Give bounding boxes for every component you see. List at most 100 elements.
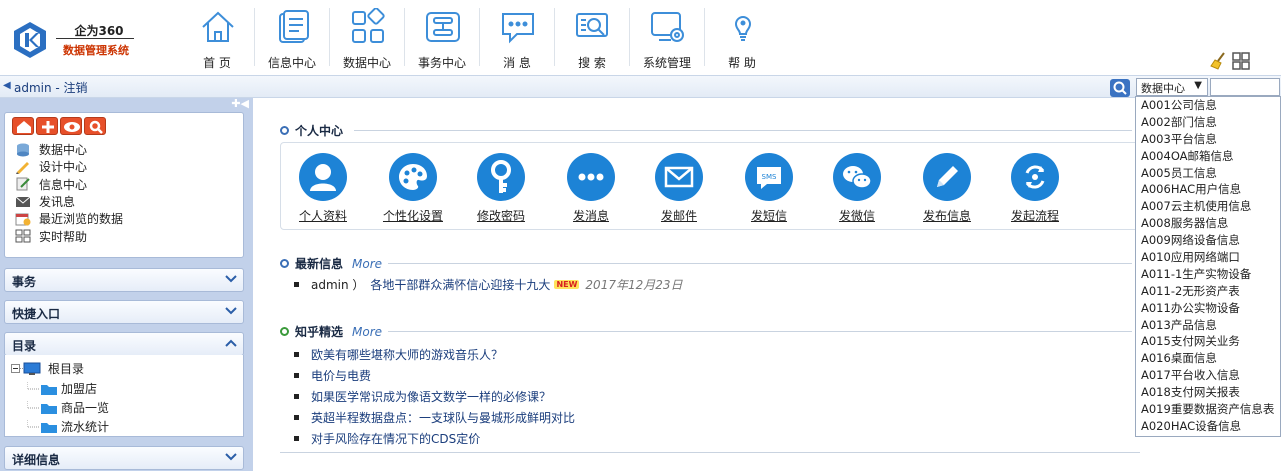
dropdown-option[interactable]: A019重要数据资产信息表 — [1136, 401, 1280, 418]
quick-send-message[interactable]: 发消息 — [551, 153, 631, 224]
quick-change-password[interactable]: 修改密码 — [461, 153, 541, 224]
user-logout-link[interactable]: admin - 注销 — [14, 79, 88, 96]
quick-send-email[interactable]: 发邮件 — [639, 153, 719, 224]
tree-item[interactable]: 加盟店 — [27, 380, 97, 397]
chevron-down-icon — [225, 275, 237, 283]
list-item[interactable]: 电价与电费 — [294, 365, 575, 386]
tree-root[interactable]: 根目录 — [11, 360, 84, 377]
dropdown-option[interactable]: A013产品信息 — [1136, 317, 1280, 334]
help-grid-icon — [15, 229, 31, 243]
list-item[interactable]: 欧美有哪些堪称大师的游戏音乐人？ — [294, 344, 575, 365]
layout-icon[interactable] — [1232, 52, 1250, 70]
home-button[interactable] — [12, 117, 34, 135]
dropdown-option[interactable]: A016桌面信息 — [1136, 350, 1280, 367]
dropdown-option[interactable]: A015支付网关业务 — [1136, 333, 1280, 350]
news-item[interactable]: admin ） 各地干部群众满怀信心迎接十九大 NEW 2017年12月23日 — [294, 276, 683, 293]
quick-publish-info[interactable]: 发布信息 — [907, 153, 987, 224]
list-item[interactable]: 对手风险存在情况下的CDS定价 — [294, 428, 575, 449]
message-icon — [502, 13, 534, 44]
sidebar-item-recent-data[interactable]: 最近浏览的数据 — [15, 210, 123, 227]
view-button[interactable] — [60, 117, 82, 135]
dropdown-option[interactable]: A017平台收入信息 — [1136, 367, 1280, 384]
app-header: 企为360 数据管理系统 首 页 信息中心 数据中心 事务中心 消 息 搜 索 … — [0, 0, 1281, 75]
news-more-link[interactable]: More — [352, 257, 382, 271]
dropdown-option[interactable]: A011-2无形资产表 — [1136, 283, 1280, 300]
dropdown-option[interactable]: A008服务器信息 — [1136, 215, 1280, 232]
quick-send-sms[interactable]: SMS 发短信 — [729, 153, 809, 224]
section-affairs[interactable]: 事务 — [4, 268, 244, 292]
quick-profile[interactable]: 个人资料 — [283, 153, 363, 224]
search-input[interactable] — [1210, 78, 1280, 96]
section-shortcuts[interactable]: 快捷入口 — [4, 300, 244, 324]
nav-help[interactable]: 帮 助 — [705, 0, 779, 75]
chevron-down-icon — [225, 307, 237, 315]
dropdown-option[interactable]: A011办公实物设备 — [1136, 300, 1280, 317]
dropdown-option[interactable]: A006HAC用户信息 — [1136, 181, 1280, 198]
plus-icon — [42, 121, 54, 133]
sidebar-item-data-center[interactable]: 数据中心 — [15, 141, 123, 158]
sidebar-item-live-help[interactable]: 实时帮助 — [15, 227, 123, 244]
dropdown-option[interactable]: A001公司信息 — [1136, 97, 1280, 114]
dropdown-option[interactable]: A007云主机使用信息 — [1136, 198, 1280, 215]
zhihu-more-link[interactable]: More — [352, 325, 382, 339]
dropdown-option[interactable]: A003平台信息 — [1136, 131, 1280, 148]
wechat-icon — [843, 166, 872, 189]
section-bullet-icon — [280, 327, 289, 336]
sidebar-item-send-message[interactable]: 发讯息 — [15, 193, 123, 210]
dropdown-option[interactable]: A009网络设备信息 — [1136, 232, 1280, 249]
eye-icon — [64, 122, 80, 132]
category-select[interactable]: 数据中心 ▼ — [1136, 78, 1208, 96]
envelope-icon — [664, 166, 694, 188]
sidebar: ✚◀ 数据中心 设计中心 信息中心 发讯息 最近浏览的数据 实时帮助 事务 快捷… — [0, 97, 253, 471]
database-icon — [17, 143, 29, 157]
section-details[interactable]: 详细信息 — [4, 446, 244, 470]
dropdown-option[interactable]: A004OA邮箱信息 — [1136, 148, 1280, 165]
magnifier-icon — [1113, 81, 1127, 95]
dropdown-option[interactable]: A010应用网络端口 — [1136, 249, 1280, 266]
logo-divider — [56, 38, 134, 39]
nav-info-center[interactable]: 信息中心 — [255, 0, 329, 75]
tree-item[interactable]: 流水统计 — [27, 418, 109, 435]
nav-data-center[interactable]: 数据中心 — [330, 0, 404, 75]
section-catalog[interactable]: 目录 — [4, 332, 244, 356]
triangle-left-icon[interactable]: ◀ — [3, 80, 11, 91]
quick-send-wechat[interactable]: 发微信 — [817, 153, 897, 224]
logo-icon — [14, 22, 46, 58]
nav-affairs-center[interactable]: 事务中心 — [405, 0, 479, 75]
nav-home[interactable]: 首 页 — [180, 0, 254, 75]
search-button[interactable] — [1110, 79, 1130, 97]
sidebar-collapse-icon[interactable]: ✚◀ — [231, 97, 249, 110]
search-button[interactable] — [84, 117, 106, 135]
user-bar: ◀ admin - 注销 数据中心 ▼ — [0, 75, 1281, 98]
nav-system-admin[interactable]: 系统管理 — [630, 0, 704, 75]
dropdown-option[interactable]: A018支付网关报表 — [1136, 384, 1280, 401]
home-icon — [202, 11, 234, 42]
nav-messages[interactable]: 消 息 — [480, 0, 554, 75]
nav-search[interactable]: 搜 索 — [555, 0, 629, 75]
zhihu-list: 欧美有哪些堪称大师的游戏音乐人？ 电价与电费 如果医学常识成为像语文数学一样的必… — [294, 344, 575, 449]
svg-text:SMS: SMS — [762, 173, 777, 181]
zhihu-header: 知乎精选 More — [280, 323, 382, 340]
dropdown-option[interactable]: A005员工信息 — [1136, 165, 1280, 182]
calendar-icon — [15, 213, 31, 226]
settings-icon — [651, 12, 684, 42]
quick-start-process[interactable]: 发起流程 — [995, 153, 1075, 224]
list-item[interactable]: 如果医学常识成为像语文数学一样的必修课？ — [294, 386, 575, 407]
add-button[interactable] — [36, 117, 58, 135]
sidebar-item-info-center[interactable]: 信息中心 — [15, 176, 123, 193]
dropdown-option[interactable]: A020HAC设备信息 — [1136, 418, 1280, 435]
quick-personalize[interactable]: 个性化设置 — [373, 153, 453, 224]
list-item[interactable]: 英超半程数据盘点：一支球队与曼城形成鲜明对比 — [294, 407, 575, 428]
sidebar-main-panel: 数据中心 设计中心 信息中心 发讯息 最近浏览的数据 实时帮助 — [4, 112, 244, 258]
user-icon — [310, 164, 336, 191]
dropdown-option[interactable]: A002部门信息 — [1136, 114, 1280, 131]
broom-icon[interactable] — [1210, 52, 1228, 70]
edit-icon — [16, 177, 30, 191]
sidebar-item-design-center[interactable]: 设计中心 — [15, 158, 123, 175]
main-content: 个人中心 个人资料 个性化设置 修改密码 发消息 发邮件 SMS 发短信 发微信… — [262, 98, 1140, 471]
tree-item[interactable]: 商品一览 — [27, 399, 109, 416]
dropdown-option[interactable]: A011-1生产实物设备 — [1136, 266, 1280, 283]
caret-down-icon: ▼ — [1194, 80, 1202, 91]
design-icon — [16, 161, 29, 174]
main-nav: 首 页 信息中心 数据中心 事务中心 消 息 搜 索 系统管理 帮 助 — [180, 0, 779, 75]
